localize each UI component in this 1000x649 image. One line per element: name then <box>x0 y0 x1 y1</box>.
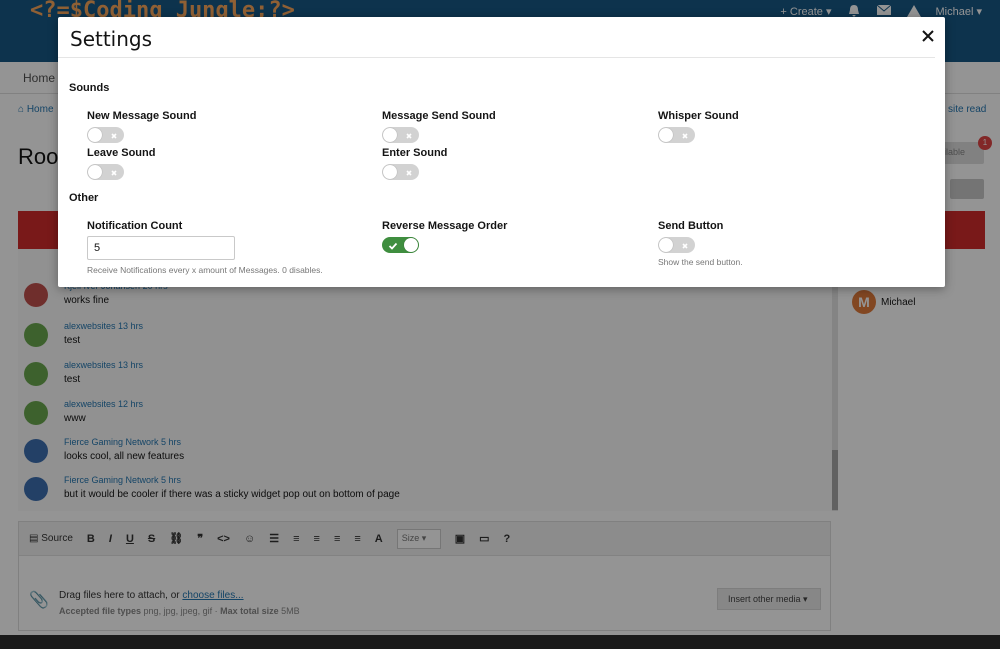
x-icon <box>680 240 690 250</box>
section-other: Other <box>69 192 99 204</box>
enter-sound-toggle[interactable] <box>382 164 419 180</box>
reverse-message-order-toggle[interactable] <box>382 237 419 253</box>
toggle-knob <box>659 128 673 142</box>
toggle-knob <box>659 238 673 252</box>
toggle-knob <box>88 128 102 142</box>
notification-count-label: Notification Count <box>87 220 183 232</box>
dialog-divider <box>58 57 935 58</box>
notification-count-hint: Receive Notifications every x amount of … <box>87 265 323 275</box>
close-icon[interactable] <box>920 28 936 44</box>
new-message-sound-toggle[interactable] <box>87 127 124 143</box>
toggle-knob <box>404 238 418 252</box>
x-icon <box>680 130 690 140</box>
message-send-sound-toggle[interactable] <box>382 127 419 143</box>
leave-sound-label: Leave Sound <box>87 147 156 159</box>
section-sounds: Sounds <box>69 82 110 94</box>
x-icon <box>109 130 119 140</box>
reverse-message-order-label: Reverse Message Order <box>382 220 508 232</box>
notification-count-input[interactable] <box>87 236 235 260</box>
whisper-sound-toggle[interactable] <box>658 127 695 143</box>
dialog-title: Settings <box>70 27 153 51</box>
settings-dialog: Settings Sounds New Message Sound Messag… <box>58 17 945 287</box>
toggle-knob <box>88 165 102 179</box>
send-button-toggle[interactable] <box>658 237 695 253</box>
toggle-knob <box>383 165 397 179</box>
send-button-label: Send Button <box>658 220 724 232</box>
enter-sound-label: Enter Sound <box>382 147 448 159</box>
new-message-sound-label: New Message Sound <box>87 110 197 122</box>
check-icon <box>388 240 398 250</box>
leave-sound-toggle[interactable] <box>87 164 124 180</box>
message-send-sound-label: Message Send Sound <box>382 110 496 122</box>
whisper-sound-label: Whisper Sound <box>658 110 739 122</box>
x-icon <box>109 167 119 177</box>
toggle-knob <box>383 128 397 142</box>
x-icon <box>404 130 414 140</box>
send-button-hint: Show the send button. <box>658 257 743 267</box>
x-icon <box>404 167 414 177</box>
